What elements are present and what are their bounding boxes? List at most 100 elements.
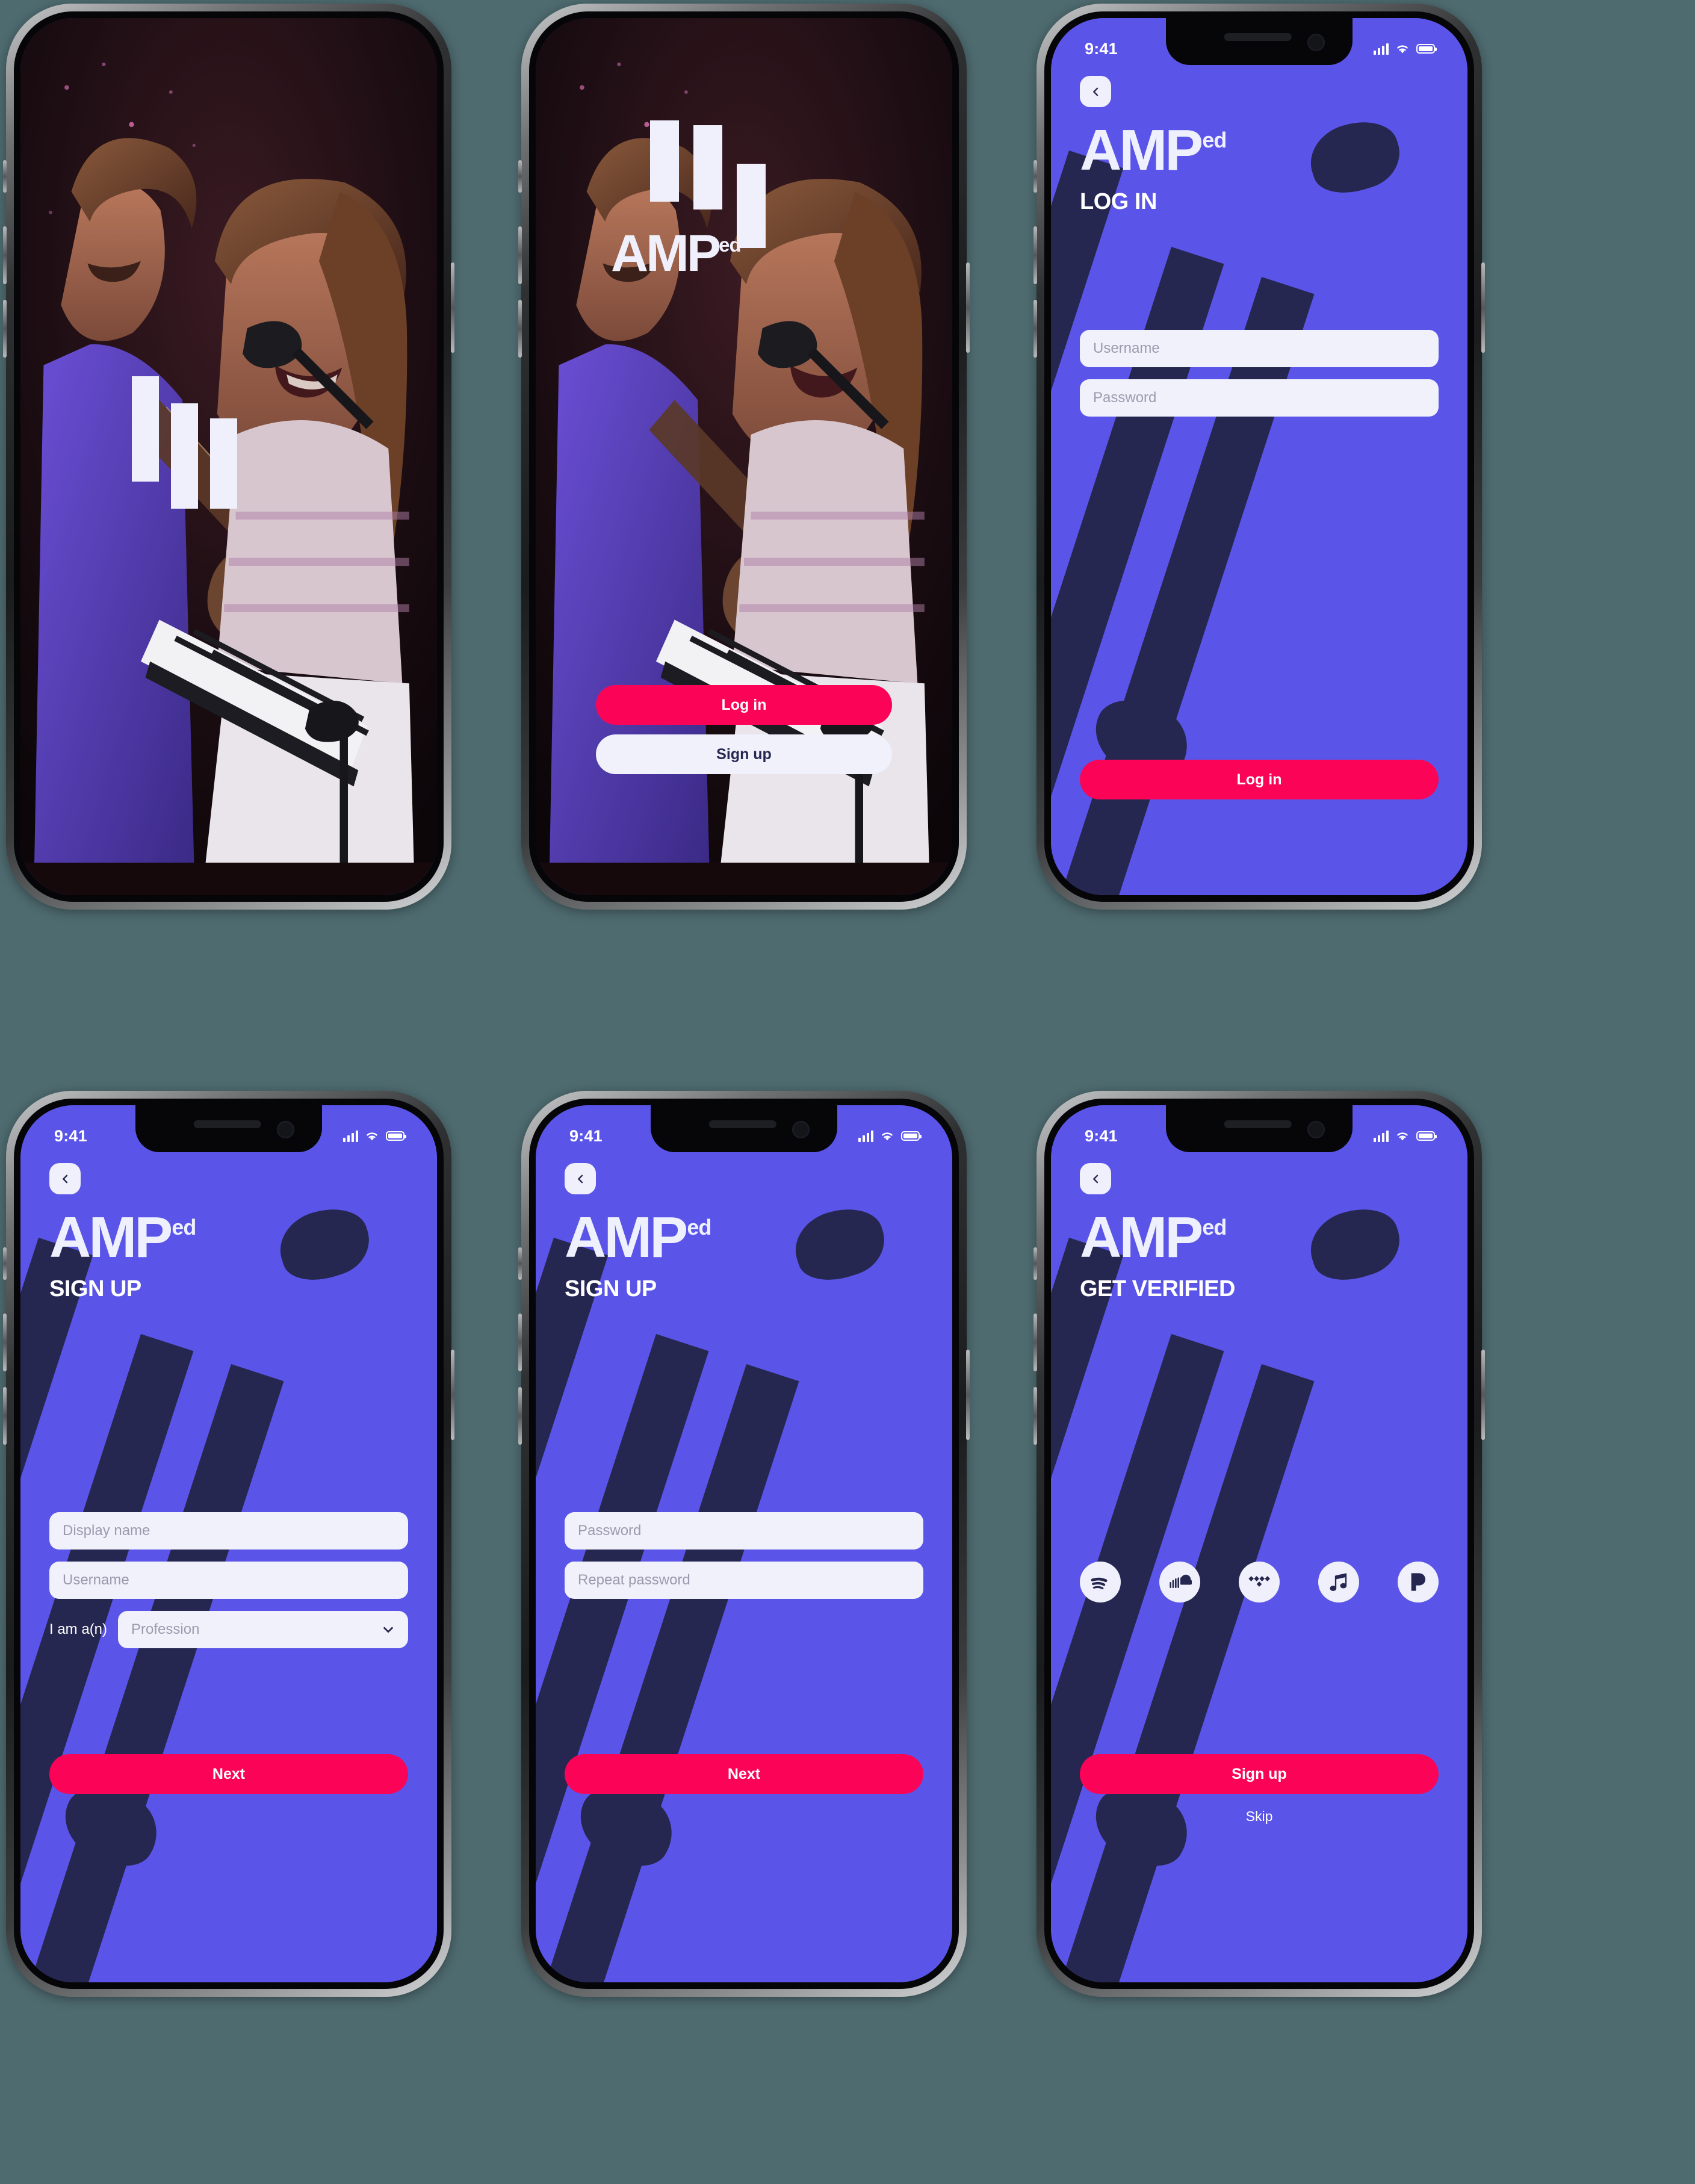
username-input[interactable]: Username xyxy=(49,1562,408,1599)
mute-switch[interactable] xyxy=(1033,160,1037,193)
volume-up-button[interactable] xyxy=(3,226,7,284)
power-button[interactable] xyxy=(1481,262,1485,353)
power-button[interactable] xyxy=(1481,1350,1485,1440)
brand-amp-text: AMP xyxy=(1080,118,1203,182)
phone-welcome: AMP ed Log in Sign up xyxy=(518,4,970,910)
volume-up-button[interactable] xyxy=(518,1314,522,1371)
earpiece-speaker xyxy=(193,1120,261,1128)
brand-amp-text: AMP xyxy=(611,225,721,282)
brand-amp-text: AMP xyxy=(49,1205,173,1270)
password-input[interactable]: Password xyxy=(565,1512,923,1550)
skip-link[interactable]: Skip xyxy=(1051,1808,1467,1825)
phone-signup-step1: 9:41 AMP ed SIGN UP Display name Usernam… xyxy=(3,1091,454,1997)
device-notch xyxy=(651,1105,837,1152)
volume-down-button[interactable] xyxy=(3,1387,7,1445)
power-button[interactable] xyxy=(966,262,970,353)
brand-amp-text: AMP xyxy=(1080,1205,1203,1270)
front-camera xyxy=(277,1121,294,1138)
password-input[interactable]: Password xyxy=(1080,379,1439,417)
earpiece-speaker xyxy=(708,1120,776,1128)
concert-photo-background xyxy=(20,18,437,895)
mute-switch[interactable] xyxy=(518,1247,522,1280)
power-button[interactable] xyxy=(966,1350,970,1440)
tidal-button[interactable] xyxy=(1239,1562,1280,1602)
repeat-password-input[interactable]: Repeat password xyxy=(565,1562,923,1599)
login-content: AMP ed LOG IN Username Password Log in xyxy=(1051,18,1467,895)
status-time: 9:41 xyxy=(1085,1126,1118,1145)
next-button[interactable]: Next xyxy=(565,1754,923,1794)
status-time: 9:41 xyxy=(569,1126,603,1145)
signup-submit-button[interactable]: Sign up xyxy=(1080,1754,1439,1794)
volume-down-button[interactable] xyxy=(3,300,7,358)
spotify-icon xyxy=(1091,1577,1108,1590)
volume-up-button[interactable] xyxy=(518,226,522,284)
power-button[interactable] xyxy=(451,1350,454,1440)
chevron-left-icon xyxy=(62,1174,67,1183)
volume-down-button[interactable] xyxy=(518,1387,522,1445)
concert-photo-background: AMP ed Log in Sign up xyxy=(536,18,952,895)
phone-splash xyxy=(3,4,454,910)
back-button[interactable] xyxy=(1080,76,1111,107)
brand-ed-text: ed xyxy=(172,1215,196,1239)
signup-step2-content: AMP ed SIGN UP Password Repeat password … xyxy=(536,1105,952,1982)
pandora-icon xyxy=(1411,1573,1425,1591)
back-button[interactable] xyxy=(1080,1163,1111,1194)
soundcloud-icon xyxy=(1170,1574,1192,1588)
wifi-icon xyxy=(367,1132,377,1141)
chevron-down-icon xyxy=(383,1627,393,1633)
soundcloud-button[interactable] xyxy=(1159,1562,1200,1602)
battery-icon xyxy=(386,1131,406,1141)
phone-signup-step2: 9:41 AMP ed SIGN UP Password Repeat pass… xyxy=(518,1091,970,1997)
volume-down-button[interactable] xyxy=(1033,1387,1037,1445)
cellular-signal-icon xyxy=(1373,43,1389,55)
chevron-left-icon xyxy=(1092,87,1098,96)
page-title: SIGN UP xyxy=(565,1276,657,1301)
profession-select[interactable]: Profession xyxy=(118,1611,408,1648)
next-button[interactable]: Next xyxy=(49,1754,408,1794)
brand-logo: AMP ed xyxy=(1080,1205,1227,1270)
volume-down-button[interactable] xyxy=(518,300,522,358)
username-input[interactable]: Username xyxy=(1080,330,1439,367)
pandora-button[interactable] xyxy=(1398,1562,1439,1602)
back-button[interactable] xyxy=(565,1163,596,1194)
page-title: GET VERIFIED xyxy=(1080,1276,1235,1301)
volume-up-button[interactable] xyxy=(1033,1314,1037,1371)
signup-button[interactable]: Sign up xyxy=(596,734,892,774)
page-title: SIGN UP xyxy=(49,1276,141,1301)
apple-music-icon xyxy=(1330,1573,1347,1591)
battery-icon xyxy=(1416,44,1437,54)
amp-logo-bars xyxy=(132,376,237,509)
get-verified-content: AMP ed GET VERIFIED Sign up Skip xyxy=(1051,1105,1467,1982)
device-notch xyxy=(1166,1105,1353,1152)
front-camera xyxy=(1307,34,1325,51)
apple-music-button[interactable] xyxy=(1318,1562,1359,1602)
device-notch xyxy=(135,1105,322,1152)
phone-get-verified: 9:41 AMP ed GET VERIFIED Sign up Skip xyxy=(1033,1091,1485,1997)
brand-amp-text: AMP xyxy=(565,1205,688,1270)
mute-switch[interactable] xyxy=(3,1247,7,1280)
power-button[interactable] xyxy=(451,262,454,353)
brand-ed-text: ed xyxy=(1202,128,1227,152)
cellular-signal-icon xyxy=(1373,1130,1389,1142)
spotify-button[interactable] xyxy=(1080,1562,1121,1602)
earpiece-speaker xyxy=(1224,33,1292,41)
volume-up-button[interactable] xyxy=(3,1314,7,1371)
back-button[interactable] xyxy=(49,1163,81,1194)
brand-logo: AMP ed xyxy=(1080,118,1227,182)
login-button[interactable]: Log in xyxy=(596,685,892,725)
signup-step1-content: AMP ed SIGN UP Display name Username I a… xyxy=(20,1105,437,1982)
display-name-input[interactable]: Display name xyxy=(49,1512,408,1550)
login-submit-button[interactable]: Log in xyxy=(1080,760,1439,799)
mute-switch[interactable] xyxy=(1033,1247,1037,1280)
device-notch xyxy=(1166,18,1353,65)
profession-row: I am a(n) Profession xyxy=(49,1611,408,1648)
volume-down-button[interactable] xyxy=(1033,300,1037,358)
volume-up-button[interactable] xyxy=(1033,226,1037,284)
mute-switch[interactable] xyxy=(3,160,7,193)
wifi-icon xyxy=(1397,1132,1408,1141)
front-camera xyxy=(1307,1121,1325,1138)
chevron-left-icon xyxy=(1092,1174,1098,1183)
mute-switch[interactable] xyxy=(518,160,522,193)
front-camera xyxy=(792,1121,810,1138)
status-time: 9:41 xyxy=(1085,39,1118,58)
